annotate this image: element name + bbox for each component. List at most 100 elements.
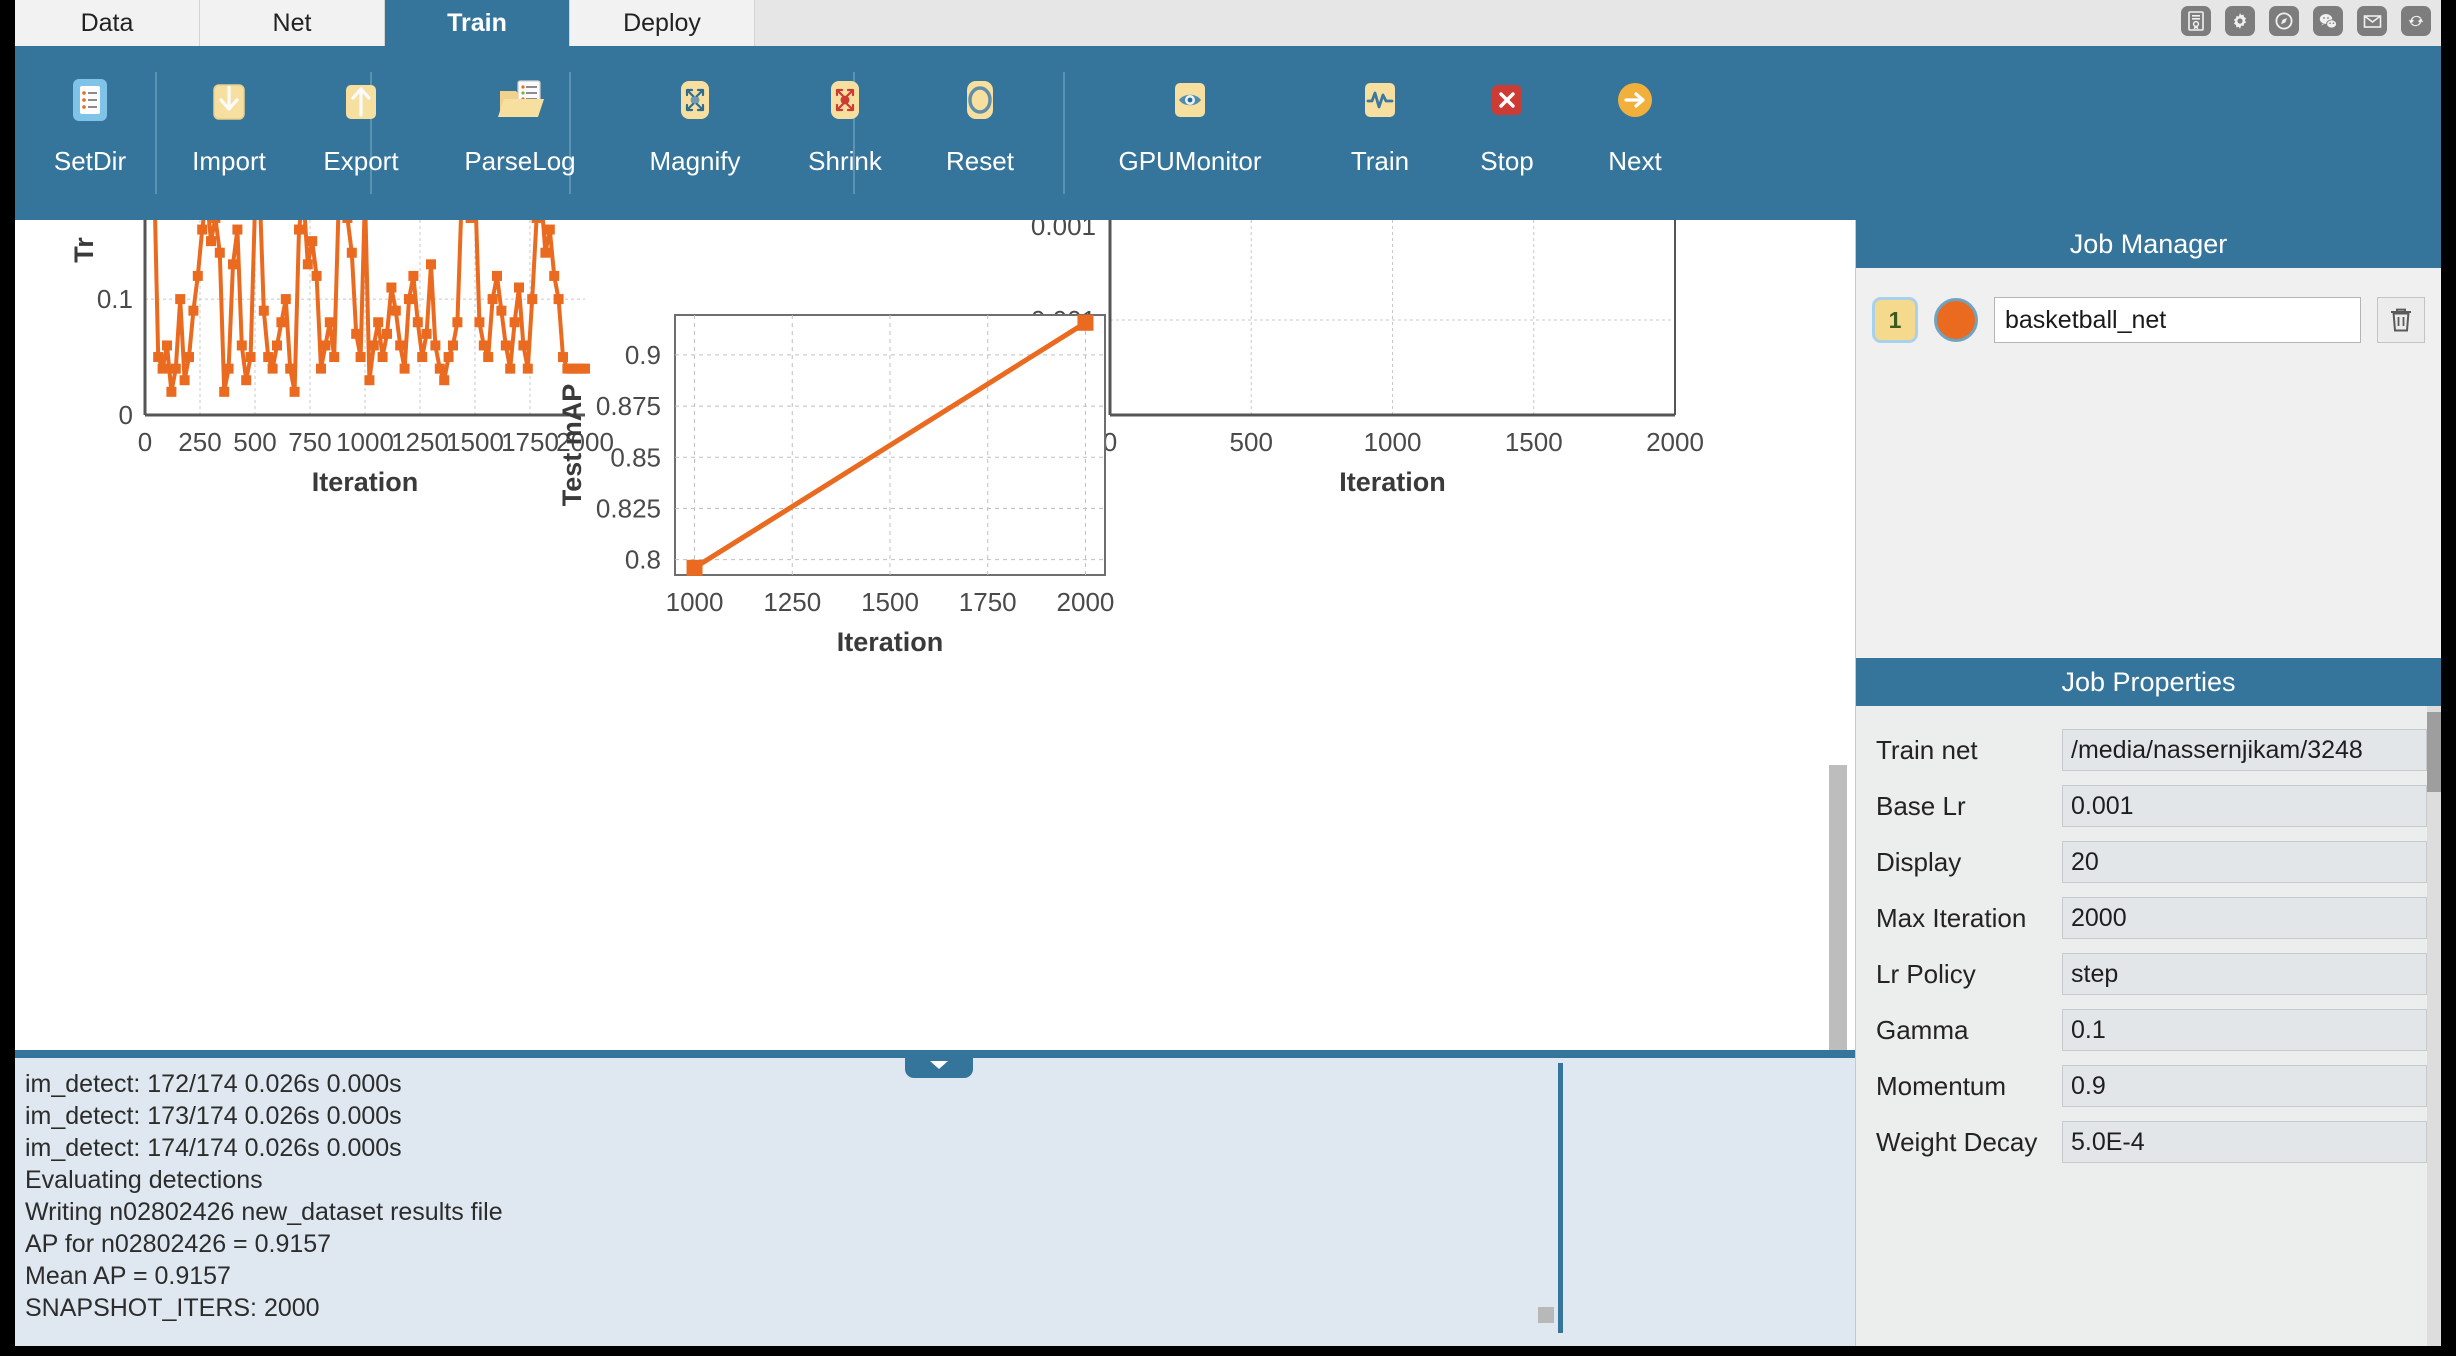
data-marker	[320, 340, 330, 350]
job-properties-title: Job Properties	[1856, 658, 2441, 706]
trash-icon[interactable]	[2377, 297, 2425, 343]
data-marker	[153, 352, 163, 362]
magnify-expand-icon	[667, 72, 723, 128]
data-marker	[272, 340, 282, 350]
property-label: Gamma	[1876, 1015, 2062, 1046]
data-marker	[237, 340, 247, 350]
data-marker	[246, 352, 256, 362]
data-marker	[545, 225, 555, 235]
axis-text: 1500	[861, 587, 919, 617]
data-marker	[325, 317, 335, 327]
property-value-gamma[interactable]: 0.1	[2062, 1009, 2427, 1051]
tab-deploy[interactable]: Deploy	[570, 0, 755, 46]
toolbar-button-magnify[interactable]: Magnify	[615, 58, 775, 208]
toolbar-button-parselog[interactable]: ParseLog	[435, 58, 605, 208]
property-value-weight-decay[interactable]: 5.0E-4	[2062, 1121, 2427, 1163]
axis-text: 0	[138, 427, 152, 457]
log-console-text: im_detect: 172/174 0.026s 0.000s im_dete…	[25, 1068, 1525, 1324]
toolbar-button-stop[interactable]: Stop	[1443, 58, 1571, 208]
toolbar-separator	[155, 72, 157, 194]
window-frame-right	[2441, 0, 2456, 1356]
toolbar-button-shrink[interactable]: Shrink	[775, 58, 915, 208]
property-row: Gamma 0.1	[1856, 1002, 2441, 1058]
wechat-icon[interactable]	[2313, 6, 2343, 36]
property-row: Train net /media/nassernjikam/3248	[1856, 722, 2441, 778]
data-marker	[540, 248, 550, 258]
property-label: Weight Decay	[1876, 1127, 2062, 1158]
job-list-item[interactable]: 1 basketball_net	[1872, 294, 2425, 346]
plots-svg: 00.1025050075010001250150017502000Iterat…	[15, 220, 1855, 1050]
axis-text: 1750	[959, 587, 1017, 617]
property-row: Max Iteration 2000	[1856, 890, 2441, 946]
axis-text: 0.875	[596, 391, 661, 421]
plot-canvas[interactable]: 00.1025050075010001250150017502000Iterat…	[15, 220, 1855, 1050]
job-status-indicator[interactable]	[1934, 298, 1978, 342]
toolbar-button-import[interactable]: Import	[165, 58, 293, 208]
toolbar-button-reset[interactable]: Reset	[915, 58, 1045, 208]
tab-data[interactable]: Data	[15, 0, 200, 46]
axis-text: 250	[178, 427, 221, 457]
data-marker	[215, 248, 225, 258]
import-down-arrow-icon	[201, 72, 257, 128]
collapse-console-button[interactable]	[905, 1052, 973, 1078]
data-marker	[184, 352, 194, 362]
property-value-momentum[interactable]: 0.9	[2062, 1065, 2427, 1107]
property-value-lr-policy[interactable]: step	[2062, 953, 2427, 995]
toolbar-label: Export	[323, 146, 398, 177]
property-value-display[interactable]: 20	[2062, 841, 2427, 883]
train-waveform-icon	[1352, 72, 1408, 128]
data-marker	[687, 560, 703, 576]
train-loss-chart: 00.1025050075010001250150017502000Iterat…	[69, 220, 614, 497]
job-manager-body: 1 basketball_net	[1856, 268, 2441, 658]
toolbar-label: ParseLog	[464, 146, 575, 177]
job-index-badge[interactable]: 1	[1872, 297, 1918, 343]
axis-text: 1250	[391, 427, 449, 457]
toolbar-button-export[interactable]: Export	[297, 58, 425, 208]
axis-text: 0.1	[97, 284, 133, 314]
data-marker	[382, 329, 392, 339]
tab-bar: Data Net Train Deploy	[15, 0, 2441, 46]
data-marker	[439, 375, 449, 385]
job-properties-scrollbar-thumb[interactable]	[2427, 712, 2441, 792]
data-marker	[285, 364, 295, 374]
data-marker	[532, 220, 542, 223]
job-properties-scrollbar-track[interactable]	[2427, 706, 2441, 1346]
tab-train[interactable]: Train	[385, 0, 570, 46]
axis-text: 1250	[763, 587, 821, 617]
data-marker	[448, 340, 458, 350]
window-frame-bottom	[0, 1346, 2456, 1356]
toolbar-button-gpumonitor[interactable]: GPUMonitor	[1070, 58, 1310, 208]
export-up-arrow-icon	[333, 72, 389, 128]
data-marker	[386, 283, 396, 293]
data-marker	[430, 340, 440, 350]
job-name-input[interactable]: basketball_net	[1994, 297, 2361, 343]
axis-text: 1000	[666, 587, 724, 617]
compass-icon[interactable]	[2269, 6, 2299, 36]
refresh-icon[interactable]	[2401, 6, 2431, 36]
plot-scrollbar-thumb[interactable]	[1829, 765, 1847, 1050]
log-console[interactable]: im_detect: 172/174 0.026s 0.000s im_dete…	[15, 1058, 1855, 1346]
right-panel: Job Manager 1 basketball_net Job Propert…	[1855, 220, 2441, 1346]
toolbar-button-next[interactable]: Next	[1571, 58, 1699, 208]
data-marker	[518, 340, 528, 350]
tab-net[interactable]: Net	[200, 0, 385, 46]
gear-icon[interactable]	[2225, 6, 2255, 36]
toolbar-button-setdir[interactable]: SetDir	[25, 58, 155, 208]
data-marker	[479, 340, 489, 350]
mail-icon[interactable]	[2357, 6, 2387, 36]
data-marker	[206, 236, 216, 246]
log-console-resize-grip[interactable]	[1538, 1307, 1554, 1323]
toolbar-label: GPUMonitor	[1118, 146, 1261, 177]
data-marker	[303, 259, 313, 269]
axis-text: 1500	[1505, 427, 1563, 457]
property-value-base-lr[interactable]: 0.001	[2062, 785, 2427, 827]
toolbar-button-train[interactable]: Train	[1315, 58, 1445, 208]
certificate-icon[interactable]	[2181, 6, 2211, 36]
data-marker	[347, 248, 357, 258]
toolbar-label: Next	[1608, 146, 1661, 177]
axis-text: 1000	[1364, 427, 1422, 457]
property-value-max-iteration[interactable]: 2000	[2062, 897, 2427, 939]
data-marker	[395, 340, 405, 350]
job-properties-body: Train net /media/nassernjikam/3248 Base …	[1856, 706, 2441, 1346]
property-value-train-net[interactable]: /media/nassernjikam/3248	[2062, 729, 2427, 771]
